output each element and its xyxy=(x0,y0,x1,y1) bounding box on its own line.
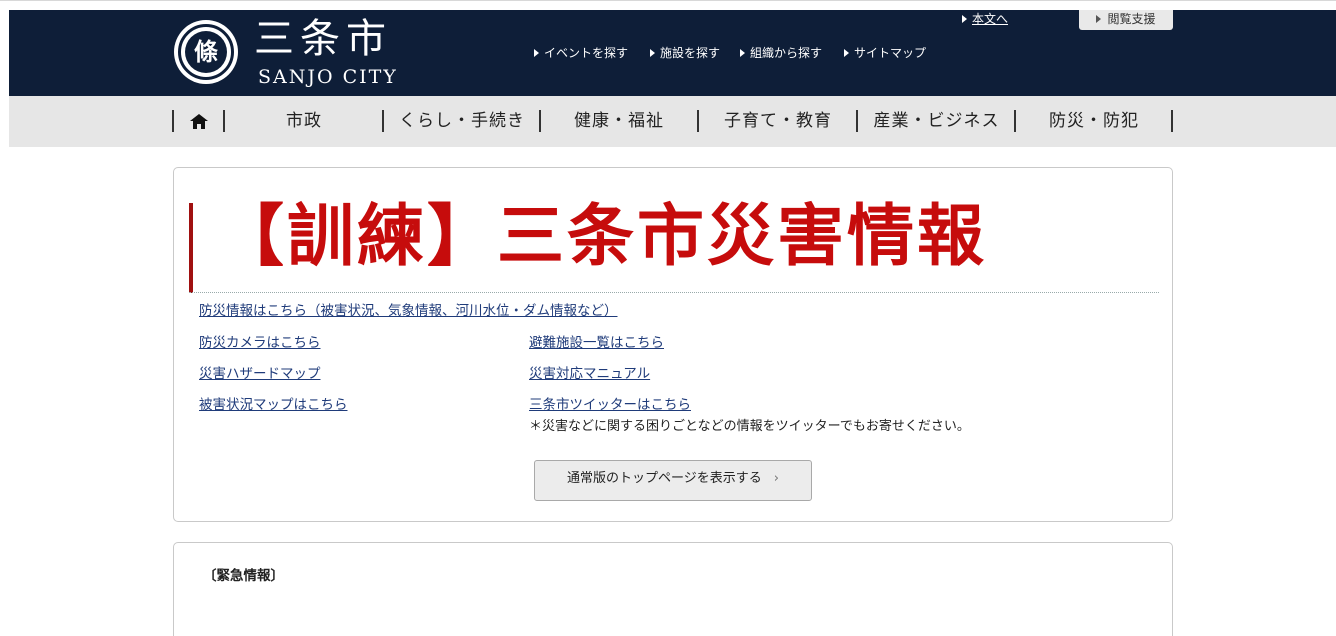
accessibility-label: 閲覧支援 xyxy=(1107,12,1156,26)
top-page-button-label: 通常版のトップページを表示する xyxy=(567,471,762,486)
nav-item-disaster-crime-prevention[interactable]: 防災・防犯 xyxy=(1016,109,1172,133)
triangle-right-icon xyxy=(650,49,655,57)
triangle-right-icon xyxy=(1096,15,1102,23)
nav-item-industry-business[interactable]: 産業・ビジネス xyxy=(858,109,1015,133)
util-link-organization[interactable]: 組織から探す xyxy=(740,45,822,61)
home-icon[interactable] xyxy=(190,114,208,129)
chevron-right-icon: › xyxy=(773,471,779,486)
logo-japanese: 三条市 xyxy=(254,16,392,62)
show-normal-top-page-button[interactable]: 通常版のトップページを表示する › xyxy=(534,460,812,501)
nav-item-childcare-education[interactable]: 子育て・教育 xyxy=(699,109,857,133)
nav-item-living-procedures[interactable]: くらし・手続き xyxy=(384,109,540,133)
disaster-camera-link[interactable]: 防災カメラはこちら xyxy=(199,334,321,352)
window-frame xyxy=(0,0,1336,10)
city-crest-icon: 條 xyxy=(174,20,238,84)
dotted-divider xyxy=(189,292,1159,293)
twitter-note: ＊災害などに関する困りごとなどの情報をツイッターでもお寄せください。 xyxy=(529,419,970,434)
emergency-info-panel: 〔緊急情報〕 xyxy=(173,542,1173,636)
util-link-label: サイトマップ xyxy=(854,46,927,60)
site-logo[interactable]: 條 三条市 SANJO CITY xyxy=(172,16,412,92)
util-link-facilities[interactable]: 施設を探す xyxy=(650,45,720,61)
nav-item-city-government[interactable]: 市政 xyxy=(225,109,383,133)
nav-divider xyxy=(1171,110,1173,132)
disaster-info-panel: 【訓練】三条市災害情報 防災情報はこちら（被害状況、気象情報、河川水位・ダム情報… xyxy=(173,167,1173,522)
crest-glyph: 條 xyxy=(194,37,218,66)
disaster-manual-link[interactable]: 災害対応マニュアル xyxy=(529,365,650,383)
logo-english: SANJO CITY xyxy=(258,66,398,88)
triangle-right-icon xyxy=(844,49,849,57)
triangle-right-icon xyxy=(962,15,967,23)
triangle-right-icon xyxy=(740,49,745,57)
util-link-label: 施設を探す xyxy=(660,46,721,60)
accessibility-button[interactable]: 閲覧支援 xyxy=(1079,10,1173,30)
util-link-label: 組織から探す xyxy=(750,46,823,60)
util-link-sitemap[interactable]: サイトマップ xyxy=(844,45,926,61)
disaster-info-link[interactable]: 防災情報はこちら（被害状況、気象情報、河川水位・ダム情報など） xyxy=(199,302,618,320)
emergency-heading: 〔緊急情報〕 xyxy=(203,568,284,584)
damage-map-link[interactable]: 被害状況マップはこちら xyxy=(199,396,348,414)
global-nav: 市政 くらし・手続き 健康・福祉 子育て・教育 産業・ビジネス 防災・防犯 xyxy=(9,96,1336,147)
hazard-map-link[interactable]: 災害ハザードマップ xyxy=(199,365,321,383)
triangle-right-icon xyxy=(534,49,539,57)
disaster-title: 【訓練】三条市災害情報 xyxy=(217,196,987,275)
nav-item-health-welfare[interactable]: 健康・福祉 xyxy=(541,109,697,133)
shelter-list-link[interactable]: 避難施設一覧はこちら xyxy=(529,334,664,352)
skip-to-content-link[interactable]: 本文へ xyxy=(962,11,1008,27)
skip-link-label: 本文へ xyxy=(972,12,1009,26)
nav-divider xyxy=(172,110,174,132)
twitter-link[interactable]: 三条市ツイッターはこちら xyxy=(529,396,691,414)
util-link-label: イベントを探す xyxy=(544,46,629,60)
util-link-events[interactable]: イベントを探す xyxy=(534,45,628,61)
title-accent-bar xyxy=(189,203,193,293)
